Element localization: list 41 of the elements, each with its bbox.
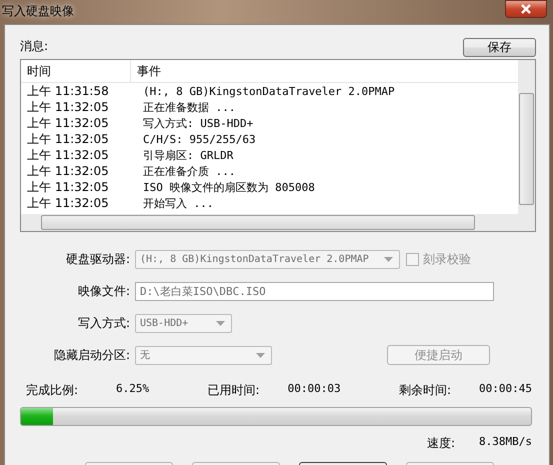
column-header[interactable]: 事件 xyxy=(131,60,161,82)
close-icon xyxy=(520,4,532,14)
stat-label: 剩余时间: xyxy=(398,382,451,399)
event-cell-text: 正在准备数据 ... xyxy=(142,100,236,114)
time-cell-text: 上午 11:32:05 xyxy=(26,98,110,116)
event-cell-text: C/H/S: 955/255/63 xyxy=(142,132,256,146)
event-cell-text: 正在准备介质 ... xyxy=(142,164,236,178)
event-cell-text: ISO 映像文件的扇区数为 805008 xyxy=(142,180,315,194)
stat-label: 完成比例: xyxy=(26,382,78,399)
time-cell-text: 上午 11:31:58 xyxy=(26,82,110,100)
time-cell-text: 上午 11:32:05 xyxy=(26,114,110,132)
dropdown-arrow-icon xyxy=(216,320,225,326)
stat-value: 00:00:03 xyxy=(288,382,341,397)
close-button[interactable] xyxy=(505,0,547,18)
event-cell-text: 引导扇区: GRLDR xyxy=(142,148,234,162)
messages-label: 消息: xyxy=(20,38,48,55)
time-cell-text: 上午 11:32:05 xyxy=(26,162,110,180)
window-title: 写入硬盘映像 xyxy=(2,2,74,20)
save-button[interactable]: 保存 xyxy=(463,38,536,57)
speed-value: 8.38MB/s xyxy=(479,435,532,450)
time-cell-text: 上午 11:32:05 xyxy=(26,130,110,148)
field-label: 隐藏启动分区: xyxy=(52,346,130,364)
field-label: 写入方式: xyxy=(76,314,130,332)
time-cell-text: 上午 11:32:05 xyxy=(26,146,110,164)
event-cell-text: 写入方式: USB-HDD+ xyxy=(142,116,254,130)
field-label: 硬盘驱动器: xyxy=(64,250,130,268)
event-cell-text: (H:, 8 GB)KingstonDataTraveler 2.0PMAP xyxy=(142,84,395,98)
vertical-scrollbar[interactable] xyxy=(518,60,535,214)
dropdown-arrow-icon xyxy=(256,352,265,358)
time-cell-text: 上午 11:32:05 xyxy=(26,178,110,196)
dropdown-arrow-icon xyxy=(384,256,393,262)
horizontal-scrollbar[interactable] xyxy=(21,214,535,231)
event-cell-text: 开始写入 ... xyxy=(142,196,214,210)
column-header[interactable]: 时间 xyxy=(21,60,131,82)
stat-value: 6.25% xyxy=(116,382,150,397)
stat-label: 已用时间: xyxy=(208,382,260,399)
field-label: 映像文件: xyxy=(76,282,130,300)
speed-label: 速度: xyxy=(426,435,456,452)
checkbox-label: 刻录校验 xyxy=(423,250,471,268)
stat-value: 00:00:45 xyxy=(479,382,532,397)
time-cell-text: 上午 11:32:05 xyxy=(26,194,110,212)
